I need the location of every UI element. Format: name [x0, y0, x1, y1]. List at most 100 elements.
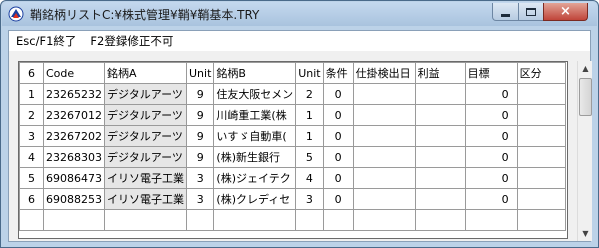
cell-profit[interactable]	[414, 125, 466, 147]
cell-code[interactable]: 23267012	[43, 104, 105, 126]
table-row[interactable]: 3 23267202 デジタルアーツ 9 いすゞ自動車(1 0 0	[19, 125, 566, 147]
cell-code[interactable]: 69088253	[43, 188, 105, 210]
new-entry-row[interactable]	[19, 209, 566, 231]
cell-name-b[interactable]: 住友大阪セメン	[213, 83, 297, 105]
cell-entry-date[interactable]	[352, 104, 416, 126]
cell-name-a[interactable]: デジタルアーツ	[104, 146, 187, 168]
cell-unit-a[interactable]: 9	[185, 125, 215, 147]
cell-profit[interactable]	[414, 104, 466, 126]
cell-condition[interactable]: 0	[322, 104, 354, 126]
cell-code[interactable]: 69086473	[43, 167, 105, 189]
empty-cell[interactable]	[19, 209, 44, 231]
title-bar[interactable]: 鞘銘柄リストC:¥株式管理¥鞘¥鞘基本.TRY ×	[2, 2, 597, 26]
empty-cell[interactable]	[213, 209, 297, 231]
cell-entry-date[interactable]	[352, 83, 416, 105]
cell-name-a[interactable]: イリソ電子工業	[104, 188, 187, 210]
cell-name-b[interactable]: いすゞ自動車(	[213, 125, 297, 147]
f2-register-key[interactable]: F2登録修正不可	[90, 33, 173, 49]
cell-condition[interactable]: 0	[322, 188, 354, 210]
row-number[interactable]: 6	[19, 188, 44, 210]
cell-unit-b[interactable]: 1	[295, 125, 324, 147]
cell-target[interactable]: 0	[464, 146, 518, 168]
row-number[interactable]: 2	[19, 104, 44, 126]
cell-entry-date[interactable]	[352, 146, 416, 168]
cell-condition[interactable]: 0	[322, 167, 354, 189]
cell-name-b[interactable]: (株)新生銀行	[213, 146, 297, 168]
cell-unit-a[interactable]: 3	[185, 188, 215, 210]
empty-cell[interactable]	[185, 209, 215, 231]
cell-unit-b[interactable]: 1	[295, 104, 324, 126]
grid-header-row: 6 Code 銘柄A Unit 銘柄B Unit 条件 仕掛検出日 利益 目標 …	[19, 62, 566, 84]
empty-cell[interactable]	[322, 209, 354, 231]
pair-list-grid[interactable]: 6 Code 銘柄A Unit 銘柄B Unit 条件 仕掛検出日 利益 目標 …	[18, 61, 568, 239]
table-row[interactable]: 4 23268303 デジタルアーツ 9 (株)新生銀行 5 0 0	[19, 146, 566, 168]
empty-cell[interactable]	[104, 209, 187, 231]
cell-name-a[interactable]: イリソ電子工業	[104, 167, 187, 189]
cell-target[interactable]: 0	[464, 167, 518, 189]
cell-target[interactable]: 0	[464, 104, 518, 126]
table-row[interactable]: 6 69088253 イリソ電子工業 3 (株)クレディセ 3 0 0	[19, 188, 566, 210]
scroll-up-arrow-icon[interactable]: ▲	[578, 61, 593, 76]
cell-condition[interactable]: 0	[322, 125, 354, 147]
cell-profit[interactable]	[414, 83, 466, 105]
cell-entry-date[interactable]	[352, 188, 416, 210]
cell-unit-b[interactable]: 3	[295, 188, 324, 210]
cell-target[interactable]: 0	[464, 83, 518, 105]
table-row[interactable]: 1 23265232 デジタルアーツ 9 住友大阪セメン 2 0 0	[19, 83, 566, 105]
cell-code[interactable]: 23268303	[43, 146, 105, 168]
cell-target[interactable]: 0	[464, 125, 518, 147]
cell-category[interactable]	[516, 188, 566, 210]
cell-category[interactable]	[516, 146, 566, 168]
cell-code[interactable]: 23267202	[43, 125, 105, 147]
cell-name-b[interactable]: (株)ジェイテク	[213, 167, 297, 189]
empty-cell[interactable]	[295, 209, 324, 231]
cell-category[interactable]	[516, 104, 566, 126]
cell-profit[interactable]	[414, 167, 466, 189]
table-row[interactable]: 2 23267012 デジタルアーツ 9 川崎重工業(株 1 0 0	[19, 104, 566, 126]
empty-cell[interactable]	[414, 209, 466, 231]
cell-entry-date[interactable]	[352, 167, 416, 189]
app-icon	[8, 6, 24, 22]
cell-unit-b[interactable]: 5	[295, 146, 324, 168]
empty-cell[interactable]	[43, 209, 105, 231]
row-number[interactable]: 4	[19, 146, 44, 168]
header-entry-date: 仕掛検出日	[352, 62, 416, 84]
row-number[interactable]: 3	[19, 125, 44, 147]
empty-cell[interactable]	[516, 209, 566, 231]
cell-unit-b[interactable]: 4	[295, 167, 324, 189]
cell-unit-a[interactable]: 9	[185, 146, 215, 168]
cell-profit[interactable]	[414, 146, 466, 168]
cell-category[interactable]	[516, 167, 566, 189]
cell-condition[interactable]: 0	[322, 146, 354, 168]
cell-name-a[interactable]: デジタルアーツ	[104, 125, 187, 147]
cell-target[interactable]: 0	[464, 188, 518, 210]
cell-unit-b[interactable]: 2	[295, 83, 324, 105]
cell-condition[interactable]: 0	[322, 83, 354, 105]
vertical-scrollbar[interactable]: ▲ ▼	[577, 61, 592, 241]
scroll-down-arrow-icon[interactable]: ▼	[578, 226, 593, 241]
cell-name-b[interactable]: (株)クレディセ	[213, 188, 297, 210]
cell-entry-date[interactable]	[352, 125, 416, 147]
table-row[interactable]: 5 69086473 イリソ電子工業 3 (株)ジェイテク 4 0 0	[19, 167, 566, 189]
row-number[interactable]: 5	[19, 167, 44, 189]
cell-name-a[interactable]: デジタルアーツ	[104, 104, 187, 126]
cell-unit-a[interactable]: 9	[185, 104, 215, 126]
cell-unit-a[interactable]: 3	[185, 167, 215, 189]
row-number[interactable]: 1	[19, 83, 44, 105]
cell-unit-a[interactable]: 9	[185, 83, 215, 105]
cell-name-a[interactable]: デジタルアーツ	[104, 83, 187, 105]
empty-cell[interactable]	[352, 209, 416, 231]
close-button[interactable]: ×	[543, 3, 588, 21]
scroll-thumb[interactable]	[579, 78, 592, 116]
minimize-icon	[501, 13, 510, 17]
minimize-button[interactable]	[492, 3, 519, 21]
header-name-b: 銘柄B	[213, 62, 297, 84]
maximize-button[interactable]	[518, 3, 544, 21]
cell-category[interactable]	[516, 125, 566, 147]
cell-code[interactable]: 23265232	[43, 83, 105, 105]
cell-category[interactable]	[516, 83, 566, 105]
esc-exit-key[interactable]: Esc/F1終了	[16, 33, 76, 49]
empty-cell[interactable]	[464, 209, 518, 231]
cell-profit[interactable]	[414, 188, 466, 210]
cell-name-b[interactable]: 川崎重工業(株	[213, 104, 297, 126]
